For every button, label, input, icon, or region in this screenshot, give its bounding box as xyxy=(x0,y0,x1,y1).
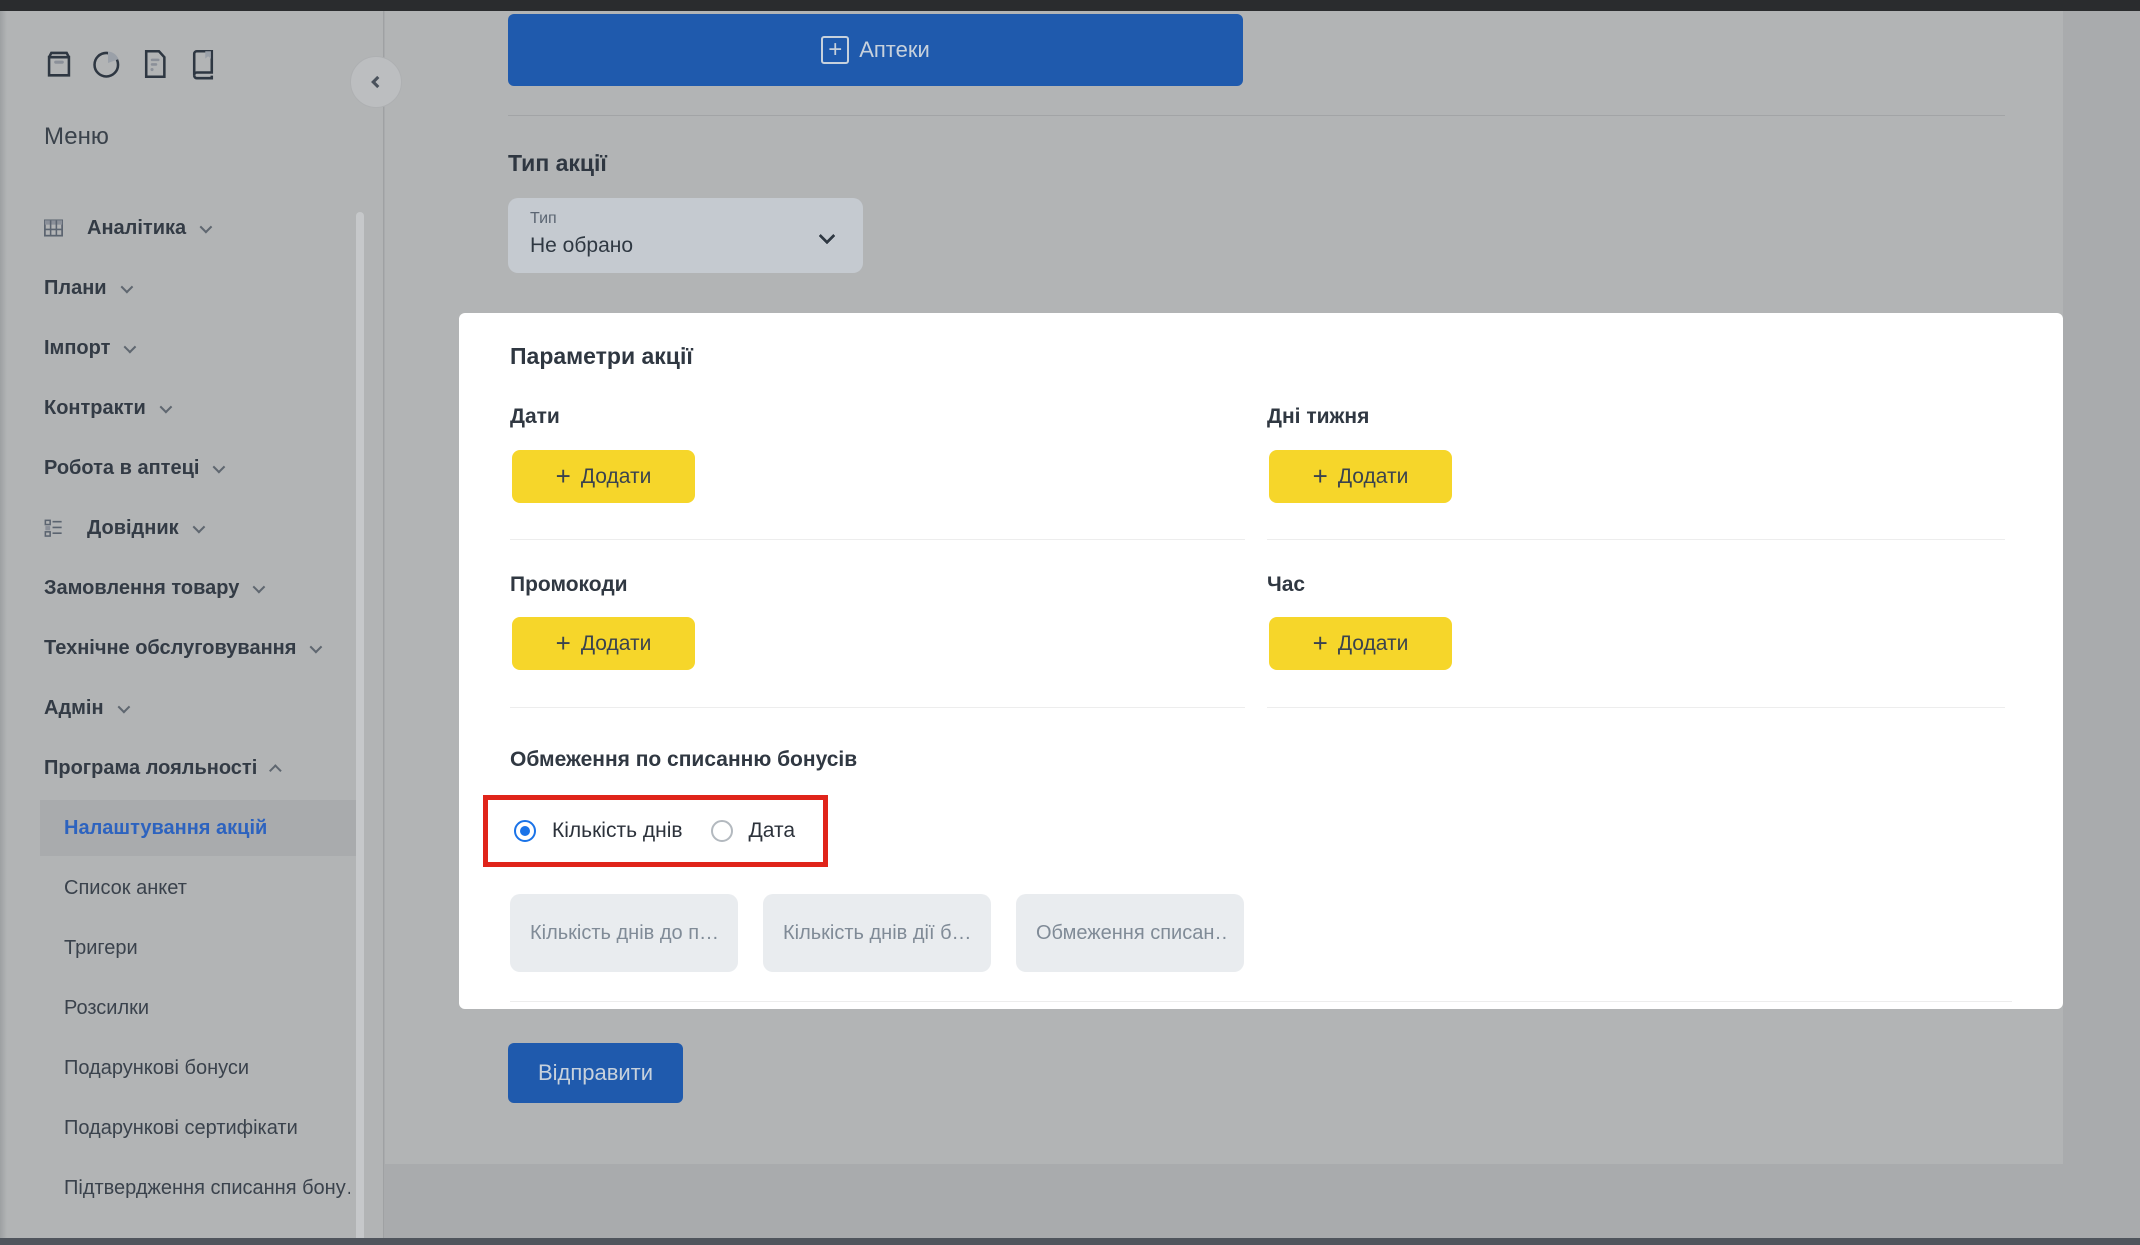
list-rows-icon xyxy=(42,517,65,540)
sidebar-collapse-button[interactable] xyxy=(350,56,402,108)
sidebar-item-loyalty-program[interactable]: Програма лояльності xyxy=(0,738,384,798)
chevron-down-icon xyxy=(117,700,130,713)
window-bottom-edge xyxy=(0,1238,2140,1245)
section-title-promocodes: Промокоди xyxy=(510,573,628,597)
pie-chart-icon[interactable] xyxy=(90,46,124,82)
sidebar-subitem-bonus-writeoff-confirm[interactable]: Підтвердження списання бону… xyxy=(0,1158,384,1218)
chevron-down-icon xyxy=(310,640,323,653)
sidebar-item-maintenance[interactable]: Технічне обслуговування xyxy=(0,618,384,678)
sidebar-item-directory[interactable]: Довідник xyxy=(0,498,384,558)
promo-type-select[interactable]: Тип Не обрано xyxy=(508,198,863,273)
plus-icon: + xyxy=(556,463,571,489)
divider xyxy=(510,1001,2012,1002)
section-title-weekdays: Дні тижня xyxy=(1267,405,1369,429)
sidebar-item-label: Аналітика xyxy=(0,217,186,240)
sidebar-subitem-promo-settings[interactable]: Налаштування акцій xyxy=(0,798,384,858)
chevron-down-icon xyxy=(120,280,133,293)
card-title: Параметри акції xyxy=(510,343,693,370)
chevron-down-icon xyxy=(253,580,266,593)
book-icon[interactable] xyxy=(186,46,220,82)
sidebar-item-contracts[interactable]: Контракти xyxy=(0,378,384,438)
chevron-left-icon xyxy=(365,71,387,93)
pharmacies-button-label: Аптеки xyxy=(859,37,930,63)
sidebar-item-goods-order[interactable]: Замовлення товару xyxy=(0,558,384,618)
add-time-button[interactable]: + Додати xyxy=(1269,617,1452,670)
sidebar: Меню Аналітика Плани Імпорт Контракти Ро… xyxy=(0,11,384,1238)
plus-icon: + xyxy=(1313,630,1328,656)
chevron-down-icon xyxy=(124,340,137,353)
radio-selected-icon[interactable] xyxy=(514,820,536,842)
divider xyxy=(508,115,2005,116)
promo-parameters-card: Параметри акції Дати + Додати Дні тижня … xyxy=(459,313,2063,1009)
sidebar-subitem-mailings[interactable]: Розсилки xyxy=(0,978,384,1038)
days-before-input[interactable] xyxy=(510,894,738,972)
sidebar-item-plans[interactable]: Плани xyxy=(0,258,384,318)
chevron-down-icon xyxy=(213,460,226,473)
select-value: Не обрано xyxy=(530,234,843,258)
writeoff-limit-input[interactable] xyxy=(1016,894,1244,972)
window-top-edge xyxy=(0,0,2140,11)
section-title-dates: Дати xyxy=(510,405,560,429)
submit-button[interactable]: Відправити xyxy=(508,1043,683,1103)
chevron-down-icon xyxy=(200,220,213,233)
sidebar-item-pharmacy-work[interactable]: Робота в аптеці xyxy=(0,438,384,498)
add-dates-button[interactable]: + Додати xyxy=(512,450,695,503)
plus-icon: + xyxy=(556,630,571,656)
section-title-time: Час xyxy=(1267,573,1305,597)
radio-unselected-icon[interactable] xyxy=(711,820,733,842)
sidebar-toolbar xyxy=(42,46,220,82)
divider xyxy=(1267,707,2005,708)
promo-type-title: Тип акції xyxy=(508,150,607,177)
divider xyxy=(510,539,1245,540)
sidebar-item-import[interactable]: Імпорт xyxy=(0,318,384,378)
sidebar-item-admin[interactable]: Адмін xyxy=(0,678,384,738)
sidebar-subitem-triggers[interactable]: Тригери xyxy=(0,918,384,978)
sidebar-subitem-questionnaires[interactable]: Список анкет xyxy=(0,858,384,918)
sidebar-title: Меню xyxy=(44,123,109,151)
select-label: Тип xyxy=(530,210,843,228)
sidebar-subitem-gift-bonuses[interactable]: Подарункові бонуси xyxy=(0,1038,384,1098)
chevron-down-icon xyxy=(192,520,205,533)
add-weekdays-button[interactable]: + Додати xyxy=(1269,450,1452,503)
sidebar-menu: Аналітика Плани Імпорт Контракти Робота … xyxy=(0,198,384,1218)
table-grid-icon xyxy=(42,217,65,240)
pharmacies-button[interactable]: + Аптеки xyxy=(508,14,1243,86)
radio-option-days-count[interactable]: Кількість днів xyxy=(514,819,683,843)
sidebar-item-analytics[interactable]: Аналітика xyxy=(0,198,384,258)
divider xyxy=(1267,539,2005,540)
radio-option-date[interactable]: Дата xyxy=(711,819,796,843)
add-promocodes-button[interactable]: + Додати xyxy=(512,617,695,670)
sidebar-subitem-gift-certificates[interactable]: Подарункові сертифікати xyxy=(0,1098,384,1158)
chevron-down-icon xyxy=(159,400,172,413)
bonus-limit-title: Обмеження по списанню бонусів xyxy=(510,748,857,772)
document-icon[interactable] xyxy=(138,46,172,82)
sidebar-scrollbar[interactable] xyxy=(356,212,364,1238)
chevron-up-icon xyxy=(269,764,282,777)
bonus-active-days-input[interactable] xyxy=(763,894,991,972)
archive-box-icon[interactable] xyxy=(42,46,76,82)
plus-square-icon: + xyxy=(821,36,849,64)
plus-icon: + xyxy=(1313,463,1328,489)
main-content: + Аптеки Тип акції Тип Не обрано Парамет… xyxy=(385,11,2063,1164)
divider xyxy=(510,707,1245,708)
annotation-highlight-box: Кількість днів Дата xyxy=(483,795,828,867)
